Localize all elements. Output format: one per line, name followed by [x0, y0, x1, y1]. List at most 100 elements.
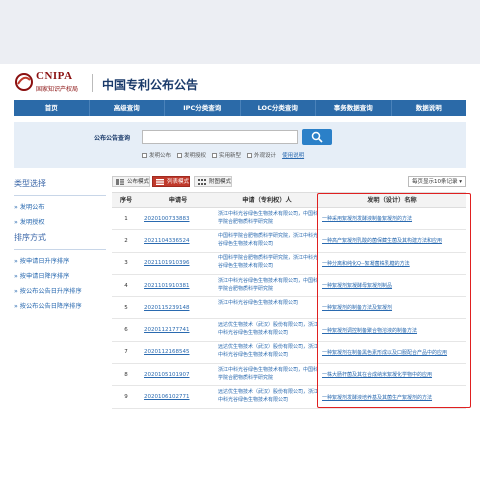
cell-no: 7 [124, 349, 128, 356]
main-nav: 首页 高级查询 IPC分类查询 LOC分类查询 事务数据查询 数据说明 [14, 100, 466, 116]
cell-title[interactable]: 一种絮凝剂调控制备聚合物溶液的制备方法 [318, 327, 466, 334]
cell-title[interactable]: 一种分离和纯化Q--絮凝菌株乳糖的方法 [318, 260, 466, 267]
search-button[interactable] [302, 129, 332, 145]
cell-app-no[interactable]: 2020112177741 [140, 327, 216, 333]
per-page-select[interactable]: 每页显示10条记录 ▾ [407, 176, 466, 187]
cell-applicant[interactable]: 远达优生物技术（武汉）股份有限公司，浙江中科光谷绿色生物技术有限公司 [216, 343, 318, 361]
sidebar-item-label: 发明授权 [19, 219, 45, 226]
mode-label: 列表模式 [167, 179, 190, 185]
cell-app-no[interactable]: 2020115239148 [140, 305, 216, 311]
cell-applicant[interactable]: 浙江中科光谷绿色生物技术有限公司 [216, 299, 318, 317]
checkbox[interactable] [212, 152, 218, 158]
table-row: 4 2021101910381 浙江中科光谷绿色生物技术有限公司，中国科学院合肥物质… [112, 275, 466, 298]
cell-applicant[interactable]: 浙江中科光谷绿色生物技术有限公司，中国科学院合肥物质科学研究院 [216, 210, 318, 228]
col-header-no: 序号 [119, 197, 133, 204]
nav-transaction-search[interactable]: 事务数据查询 [316, 100, 392, 116]
cell-app-no[interactable]: 2021101910396 [140, 260, 216, 266]
top-band [0, 0, 480, 64]
filter-design[interactable]: 外观设计 [247, 151, 276, 159]
cell-title[interactable]: 一种絮凝剂发酵液培养基及其菌生产絮凝剂的方法 [318, 394, 466, 401]
cell-title[interactable]: 一种絮凝剂的制备方法及絮凝剂 [318, 304, 466, 311]
table-row: 9 2020106102771 远达优生物技术（武汉）股份有限公司，浙江中科光谷绿色… [112, 386, 466, 409]
search-input[interactable] [142, 130, 298, 144]
cell-applicant[interactable]: 中国科学院合肥物质科学研究院，浙江中科光谷绿色生物技术有限公司 [216, 254, 318, 272]
filter-label: 发明授权 [184, 153, 207, 159]
arrow-icon: » [14, 204, 18, 211]
cell-applicant[interactable]: 浙江中科光谷绿色生物技术有限公司，中国科学院合肥物质科学研究院 [216, 366, 318, 384]
sidebar-item-sort-pubdate-desc[interactable]: » 按公布公告日降序排序 [14, 301, 106, 310]
cnipa-logo[interactable]: CNIPA 国家知识产权局 [14, 70, 79, 96]
abstract-mode-icon [116, 179, 124, 185]
search-panel [14, 122, 466, 168]
cell-applicant[interactable]: 中国科学院合肥物质科学研究院，浙江中科光谷绿色生物技术有限公司 [216, 232, 318, 250]
cell-applicant[interactable]: 远达优生物技术（武汉）股份有限公司，浙江中科光谷绿色生物技术有限公司 [216, 321, 318, 339]
cell-app-no[interactable]: 2020100733883 [140, 216, 216, 222]
nav-advanced-search[interactable]: 高级查询 [90, 100, 165, 116]
filter-invention-pub[interactable]: 发明公布 [142, 151, 171, 159]
checkbox[interactable] [247, 152, 253, 158]
chevron-down-icon: ▾ [459, 179, 462, 185]
sidebar-item-label: 按公布公告日降序排序 [19, 303, 82, 310]
cell-app-no[interactable]: 2020112168545 [140, 349, 216, 355]
filter-label: 发明公布 [149, 153, 172, 159]
sidebar-item-label: 按申请日升序排序 [19, 258, 70, 265]
nav-home[interactable]: 首页 [14, 100, 90, 116]
help-link[interactable]: 使用说明 [282, 151, 304, 159]
search-label: 公布公告查询 [94, 135, 131, 142]
filter-invention-grant[interactable]: 发明授权 [177, 151, 206, 159]
cell-applicant[interactable]: 浙江中科光谷绿色生物技术有限公司，中国科学院合肥物质科学研究院 [216, 277, 318, 295]
nav-loc-search[interactable]: LOC分类查询 [241, 100, 316, 116]
cell-title[interactable]: 一种高产絮凝剂乳酸的菌保藏生菌及其构建方法和应用 [318, 237, 466, 244]
checkbox[interactable] [142, 152, 147, 158]
per-page-label: 每页显示10条记录 [411, 179, 458, 185]
sidebar-item-label: 发明公布 [19, 204, 45, 211]
page: CNIPA 国家知识产权局 中国专利公布公告 首页 高级查询 IPC分类查询 L… [0, 0, 480, 480]
cell-title[interactable]: 一种絮凝剂在制备黑色素形成以及口服配合产品中的应用 [318, 349, 466, 356]
table-row: 2 2021104336524 中国科学院合肥物质科学研究院，浙江中科光谷绿色生物技… [112, 230, 466, 253]
sidebar-item-label: 按公布公告日升序排序 [19, 288, 82, 295]
arrow-icon: » [14, 273, 18, 280]
site-title: 中国专利公布公告 [102, 78, 199, 92]
cell-no: 5 [124, 304, 128, 311]
sidebar-divider [14, 249, 106, 250]
cell-app-no[interactable]: 2020106102771 [140, 394, 216, 400]
sidebar-item-invention-pub[interactable]: » 发明公布 [14, 202, 106, 211]
cell-no: 1 [124, 215, 128, 222]
cell-no: 9 [124, 394, 128, 401]
sidebar-item-sort-appdate-asc[interactable]: » 按申请日升序排序 [14, 256, 106, 265]
sidebar-item-invention-grant[interactable]: » 发明授权 [14, 217, 106, 226]
cell-title[interactable]: 一种采用絮凝剂发酵液制备絮凝剂的方法 [318, 215, 466, 222]
cell-no: 3 [124, 260, 128, 267]
header-divider [92, 74, 93, 92]
abstract-mode-button[interactable]: 公布模式 [112, 176, 151, 187]
sidebar-item-sort-appdate-desc[interactable]: » 按申请日降序排序 [14, 271, 106, 280]
cell-applicant[interactable]: 远达优生物技术（武汉）股份有限公司，浙江中科光谷绿色生物技术有限公司 [216, 388, 318, 406]
cell-no: 8 [124, 371, 128, 378]
list-mode-icon [156, 179, 164, 185]
results-table: 序号 申请号 申请（专利权）人 发明（设计）名称 1 2020100733883 浙… [112, 192, 466, 409]
checkbox[interactable] [177, 152, 183, 158]
sidebar-item-sort-pubdate-asc[interactable]: » 按公布公告日升序排序 [14, 286, 106, 295]
list-mode-button[interactable]: 列表模式 [152, 176, 191, 187]
image-mode-button[interactable]: 附图模式 [194, 176, 233, 187]
sidebar: 类型选择 » 发明公布 » 发明授权 排序方式 » 按申请日升序排序 » 按申请日降序排… [14, 178, 106, 316]
cell-title[interactable]: 一株大肠杆菌及其在合成纳米絮凝化学物中的应用 [318, 371, 466, 378]
table-row: 7 2020112168545 远达优生物技术（武汉）股份有限公司，浙江中科光谷绿色… [112, 342, 466, 365]
col-header-applicant: 申请（专利权）人 [242, 197, 292, 204]
type-heading: 类型选择 [14, 179, 46, 188]
arrow-icon: » [14, 258, 18, 265]
cell-title[interactable]: 一种絮凝剂絮凝酵母絮凝剂制品 [318, 282, 466, 289]
mode-label: 公布模式 [127, 179, 150, 185]
nav-data-description[interactable]: 数据说明 [392, 100, 467, 116]
cell-app-no[interactable]: 2020105101907 [140, 372, 216, 378]
col-header-app-no: 申请号 [168, 197, 188, 204]
nav-ipc-search[interactable]: IPC分类查询 [165, 100, 241, 116]
logo-subtext: 国家知识产权局 [36, 86, 79, 93]
view-mode-bar: 公布模式 列表模式 附图模式 每页显示10条记录 ▾ [112, 176, 466, 188]
cell-app-no[interactable]: 2021101910381 [140, 283, 216, 289]
sidebar-item-label: 按申请日降序排序 [19, 273, 70, 280]
filter-utility-model[interactable]: 实用新型 [212, 151, 241, 159]
table-row: 3 2021101910396 中国科学院合肥物质科学研究院，浙江中科光谷绿色生物技… [112, 253, 466, 275]
sidebar-divider [14, 195, 106, 196]
cell-app-no[interactable]: 2021104336524 [140, 238, 216, 244]
